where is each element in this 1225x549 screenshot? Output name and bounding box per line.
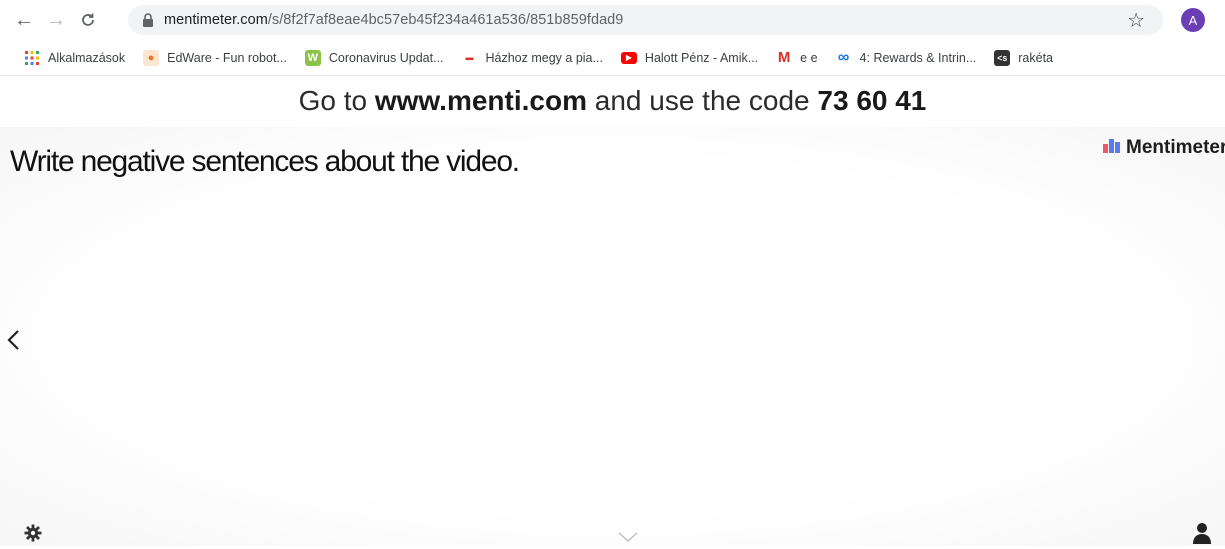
address-bar[interactable]: mentimeter.com/s/8f2f7af8eae4bc57eb45f23… — [128, 5, 1163, 35]
edware-icon: ● — [143, 49, 160, 66]
bookmark-star-icon[interactable]: ☆ — [1127, 8, 1145, 33]
bookmark-rewards[interactable]: ∞ 4: Rewards & Intrin... — [836, 48, 977, 66]
bookmark-raketa[interactable]: <s rakéta — [994, 49, 1054, 66]
previous-slide-icon[interactable] — [6, 327, 22, 359]
apps-grid-icon — [24, 50, 40, 66]
bookmark-label: Házhoz megy a pia... — [485, 50, 603, 65]
slide-title: Write negative sentences about the video… — [10, 145, 520, 178]
bookmark-label: Alkalmazások — [48, 50, 126, 65]
browser-toolbar: ← → mentimeter.com/s/8f2f7af8eae4bc57eb4… — [0, 0, 1225, 40]
chevron-down-icon[interactable] — [618, 529, 638, 547]
join-prefix: Go to — [298, 85, 368, 116]
url-text[interactable]: mentimeter.com/s/8f2f7af8eae4bc57eb45f23… — [164, 12, 623, 28]
reload-icon[interactable] — [74, 6, 102, 34]
bookmark-apps[interactable]: Alkalmazások — [24, 50, 125, 66]
join-site: www.menti.com — [374, 85, 587, 116]
brand-name: Mentimeter — [1126, 137, 1225, 158]
infinity-icon: ∞ — [837, 48, 850, 66]
bookmark-label: Coronavirus Updat... — [328, 50, 444, 65]
bookmark-label: 4: Rewards & Intrin... — [859, 50, 977, 65]
back-icon[interactable]: ← — [10, 6, 38, 34]
settings-gear-icon[interactable] — [24, 524, 42, 547]
bookmark-label: EdWare - Fun robot... — [167, 50, 287, 65]
join-instructions: Go to www.menti.com and use the code 73 … — [0, 76, 1225, 126]
bookmark-label: e e — [800, 50, 818, 65]
lock-icon — [142, 13, 154, 27]
bookmark-hazhoz[interactable]: ▬ Házhoz megy a pia... — [462, 50, 603, 66]
profile-avatar[interactable]: A — [1181, 8, 1205, 32]
bookmarks-bar: Alkalmazások ● EdWare - Fun robot... W C… — [0, 40, 1225, 76]
bookmark-label: Halott Pénz - Amik... — [644, 50, 759, 65]
mentimeter-logo: Mentimeter — [1103, 137, 1225, 159]
bookmark-coronavirus[interactable]: W Coronavirus Updat... — [304, 49, 444, 66]
youtube-icon: ▶ — [620, 51, 637, 64]
join-code: 73 60 41 — [817, 85, 927, 116]
bookmark-youtube[interactable]: ▶ Halott Pénz - Amik... — [620, 50, 759, 65]
gmail-icon: M — [777, 49, 791, 66]
code-icon: <s — [994, 49, 1011, 66]
presentation-slide: Write negative sentences about the video… — [0, 127, 1225, 546]
site-icon: ▬ — [465, 53, 474, 62]
bookmark-gmail[interactable]: M e e — [776, 49, 818, 66]
coronavirus-icon: W — [304, 49, 321, 66]
bookmark-label: rakéta — [1018, 50, 1054, 65]
join-middle: and use the code — [594, 85, 810, 116]
mentimeter-logo-icon — [1103, 137, 1121, 159]
bookmark-edware[interactable]: ● EdWare - Fun robot... — [143, 49, 287, 66]
user-icon[interactable] — [1192, 522, 1212, 549]
forward-icon[interactable]: → — [42, 6, 70, 34]
